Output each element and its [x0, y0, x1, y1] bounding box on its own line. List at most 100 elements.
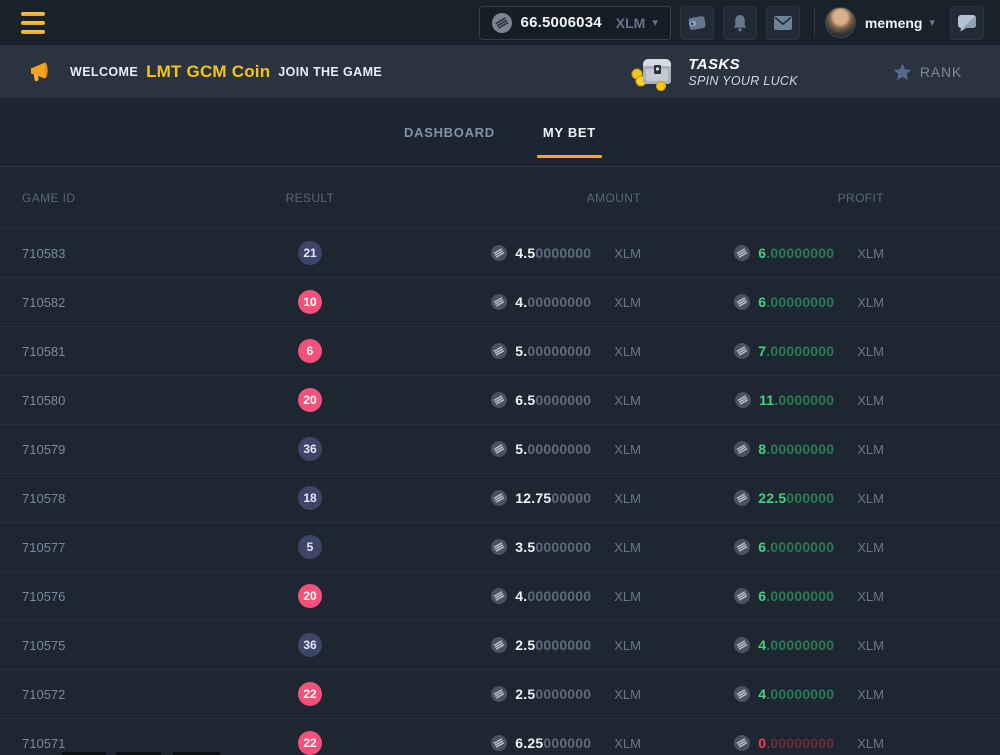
menu-icon[interactable]: [21, 12, 45, 34]
amount-cell: 4.00000000 XLM: [355, 294, 641, 310]
profit-cell: 6.00000000 XLM: [641, 294, 884, 310]
table-row[interactable]: 710581 6 5.00000000 XLM 7.00000000 XLM: [0, 326, 1000, 375]
amount-value: 4.00000000: [515, 294, 591, 310]
table-row[interactable]: 710572 22 2.50000000 XLM 4.00000000 XLM: [0, 669, 1000, 718]
caret-down-icon: ▾: [929, 16, 935, 29]
messages-button[interactable]: [766, 6, 800, 40]
table-header-row: GAME ID RESULT AMOUNT PROFIT: [0, 167, 1000, 228]
stellar-coin-icon: [491, 735, 507, 751]
amount-value: 6.25000000: [515, 735, 591, 751]
amount-cell: 5.00000000 XLM: [355, 441, 641, 457]
result-badge: 20: [298, 584, 322, 608]
game-id: 710577: [22, 540, 265, 555]
topbar-divider: [814, 8, 815, 38]
table-row[interactable]: 710575 36 2.50000000 XLM 4.00000000 XLM: [0, 620, 1000, 669]
game-id: 710571: [22, 736, 265, 751]
amount-value: 3.50000000: [515, 539, 591, 555]
my-bet-table: GAME ID RESULT AMOUNT PROFIT 710583 21 4…: [0, 167, 1000, 755]
profit-currency: XLM: [857, 344, 884, 359]
result-badge: 18: [298, 486, 322, 510]
stellar-coin-icon: [491, 441, 507, 457]
amount-cell: 2.50000000 XLM: [355, 686, 641, 702]
amount-currency: XLM: [614, 344, 641, 359]
amount-currency: XLM: [614, 491, 641, 506]
header-amount: AMOUNT: [355, 191, 641, 205]
welcome-suffix: JOIN THE GAME: [278, 65, 382, 79]
table-row[interactable]: 710577 5 3.50000000 XLM 6.00000000 XLM: [0, 522, 1000, 571]
welcome-prefix: WELCOME: [70, 65, 138, 79]
table-row[interactable]: 710583 21 4.50000000 XLM 6.00000000 XLM: [0, 228, 1000, 277]
amount-currency: XLM: [614, 393, 641, 408]
amount-value: 5.00000000: [515, 343, 591, 359]
banner-right: TASKS SPIN YOUR LUCK RANK: [630, 53, 962, 91]
profit-cell: 7.00000000 XLM: [641, 343, 884, 359]
tab-my-bet[interactable]: MY BET: [537, 98, 602, 166]
amount-cell: 6.25000000 XLM: [355, 735, 641, 751]
result-badge: 21: [298, 241, 322, 265]
stellar-coin-icon: [734, 637, 750, 653]
profit-cell: 4.00000000 XLM: [641, 637, 884, 653]
stellar-coin-icon: [734, 294, 750, 310]
table-row[interactable]: 710576 20 4.00000000 XLM 6.00000000 XLM: [0, 571, 1000, 620]
profit-cell: 11.0000000 XLM: [641, 392, 884, 408]
tasks-subtitle: SPIN YOUR LUCK: [688, 74, 798, 88]
wallet-button[interactable]: [680, 6, 714, 40]
result-badge: 36: [298, 633, 322, 657]
amount-currency: XLM: [614, 540, 641, 555]
rank-widget[interactable]: RANK: [893, 63, 962, 81]
amount-cell: 12.7500000 XLM: [355, 490, 641, 506]
profit-currency: XLM: [857, 246, 884, 261]
amount-value: 5.00000000: [515, 441, 591, 457]
tab-bar: DASHBOARD MY BET: [0, 98, 1000, 167]
game-id: 710572: [22, 687, 265, 702]
stellar-coin-icon: [734, 343, 750, 359]
profit-value: 6.00000000: [758, 245, 834, 261]
amount-cell: 4.50000000 XLM: [355, 245, 641, 261]
amount-currency: XLM: [614, 589, 641, 604]
stellar-coin-icon: [734, 686, 750, 702]
stellar-coin-icon: [492, 13, 512, 33]
profit-cell: 22.5000000 XLM: [641, 490, 884, 506]
stellar-coin-icon: [491, 490, 507, 506]
profit-value: 4.00000000: [758, 686, 834, 702]
profit-cell: 6.00000000 XLM: [641, 539, 884, 555]
stellar-coin-icon: [491, 392, 507, 408]
star-icon: [893, 63, 912, 81]
profit-currency: XLM: [857, 442, 884, 457]
coin-name: LMT GCM Coin: [146, 62, 270, 82]
user-name: memeng: [865, 15, 923, 31]
table-row[interactable]: 710578 18 12.7500000 XLM 22.5000000 XLM: [0, 473, 1000, 522]
game-id: 710582: [22, 295, 265, 310]
stellar-coin-icon: [734, 588, 750, 604]
profit-value: 8.00000000: [758, 441, 834, 457]
chat-button[interactable]: [950, 6, 984, 40]
amount-value: 4.00000000: [515, 588, 591, 604]
game-id: 710575: [22, 638, 265, 653]
caret-down-icon: ▾: [652, 16, 658, 29]
profit-value: 7.00000000: [758, 343, 834, 359]
notifications-button[interactable]: [723, 6, 757, 40]
result-badge: 22: [298, 682, 322, 706]
profit-currency: XLM: [857, 295, 884, 310]
profit-cell: 0.00000000 XLM: [641, 735, 884, 751]
stellar-coin-icon: [734, 441, 750, 457]
amount-currency: XLM: [614, 295, 641, 310]
tasks-widget[interactable]: TASKS SPIN YOUR LUCK: [630, 53, 798, 91]
table-row[interactable]: 710579 36 5.00000000 XLM 8.00000000 XLM: [0, 424, 1000, 473]
profit-currency: XLM: [857, 540, 884, 555]
tab-dashboard[interactable]: DASHBOARD: [398, 98, 501, 166]
tasks-title: TASKS: [688, 56, 798, 73]
amount-value: 2.50000000: [515, 637, 591, 653]
stellar-coin-icon: [734, 539, 750, 555]
avatar: [825, 7, 856, 38]
balance-selector[interactable]: 66.5006034 XLM ▾: [479, 6, 671, 40]
amount-cell: 3.50000000 XLM: [355, 539, 641, 555]
table-row[interactable]: 710571 22 6.25000000 XLM 0.00000000 XLM: [0, 718, 1000, 755]
stellar-coin-icon: [734, 735, 750, 751]
chest-icon: [630, 53, 676, 91]
table-row[interactable]: 710580 20 6.50000000 XLM 11.0000000 XLM: [0, 375, 1000, 424]
game-id: 710580: [22, 393, 265, 408]
game-id: 710579: [22, 442, 265, 457]
user-menu[interactable]: memeng ▾: [825, 7, 935, 38]
table-row[interactable]: 710582 10 4.00000000 XLM 6.00000000 XLM: [0, 277, 1000, 326]
